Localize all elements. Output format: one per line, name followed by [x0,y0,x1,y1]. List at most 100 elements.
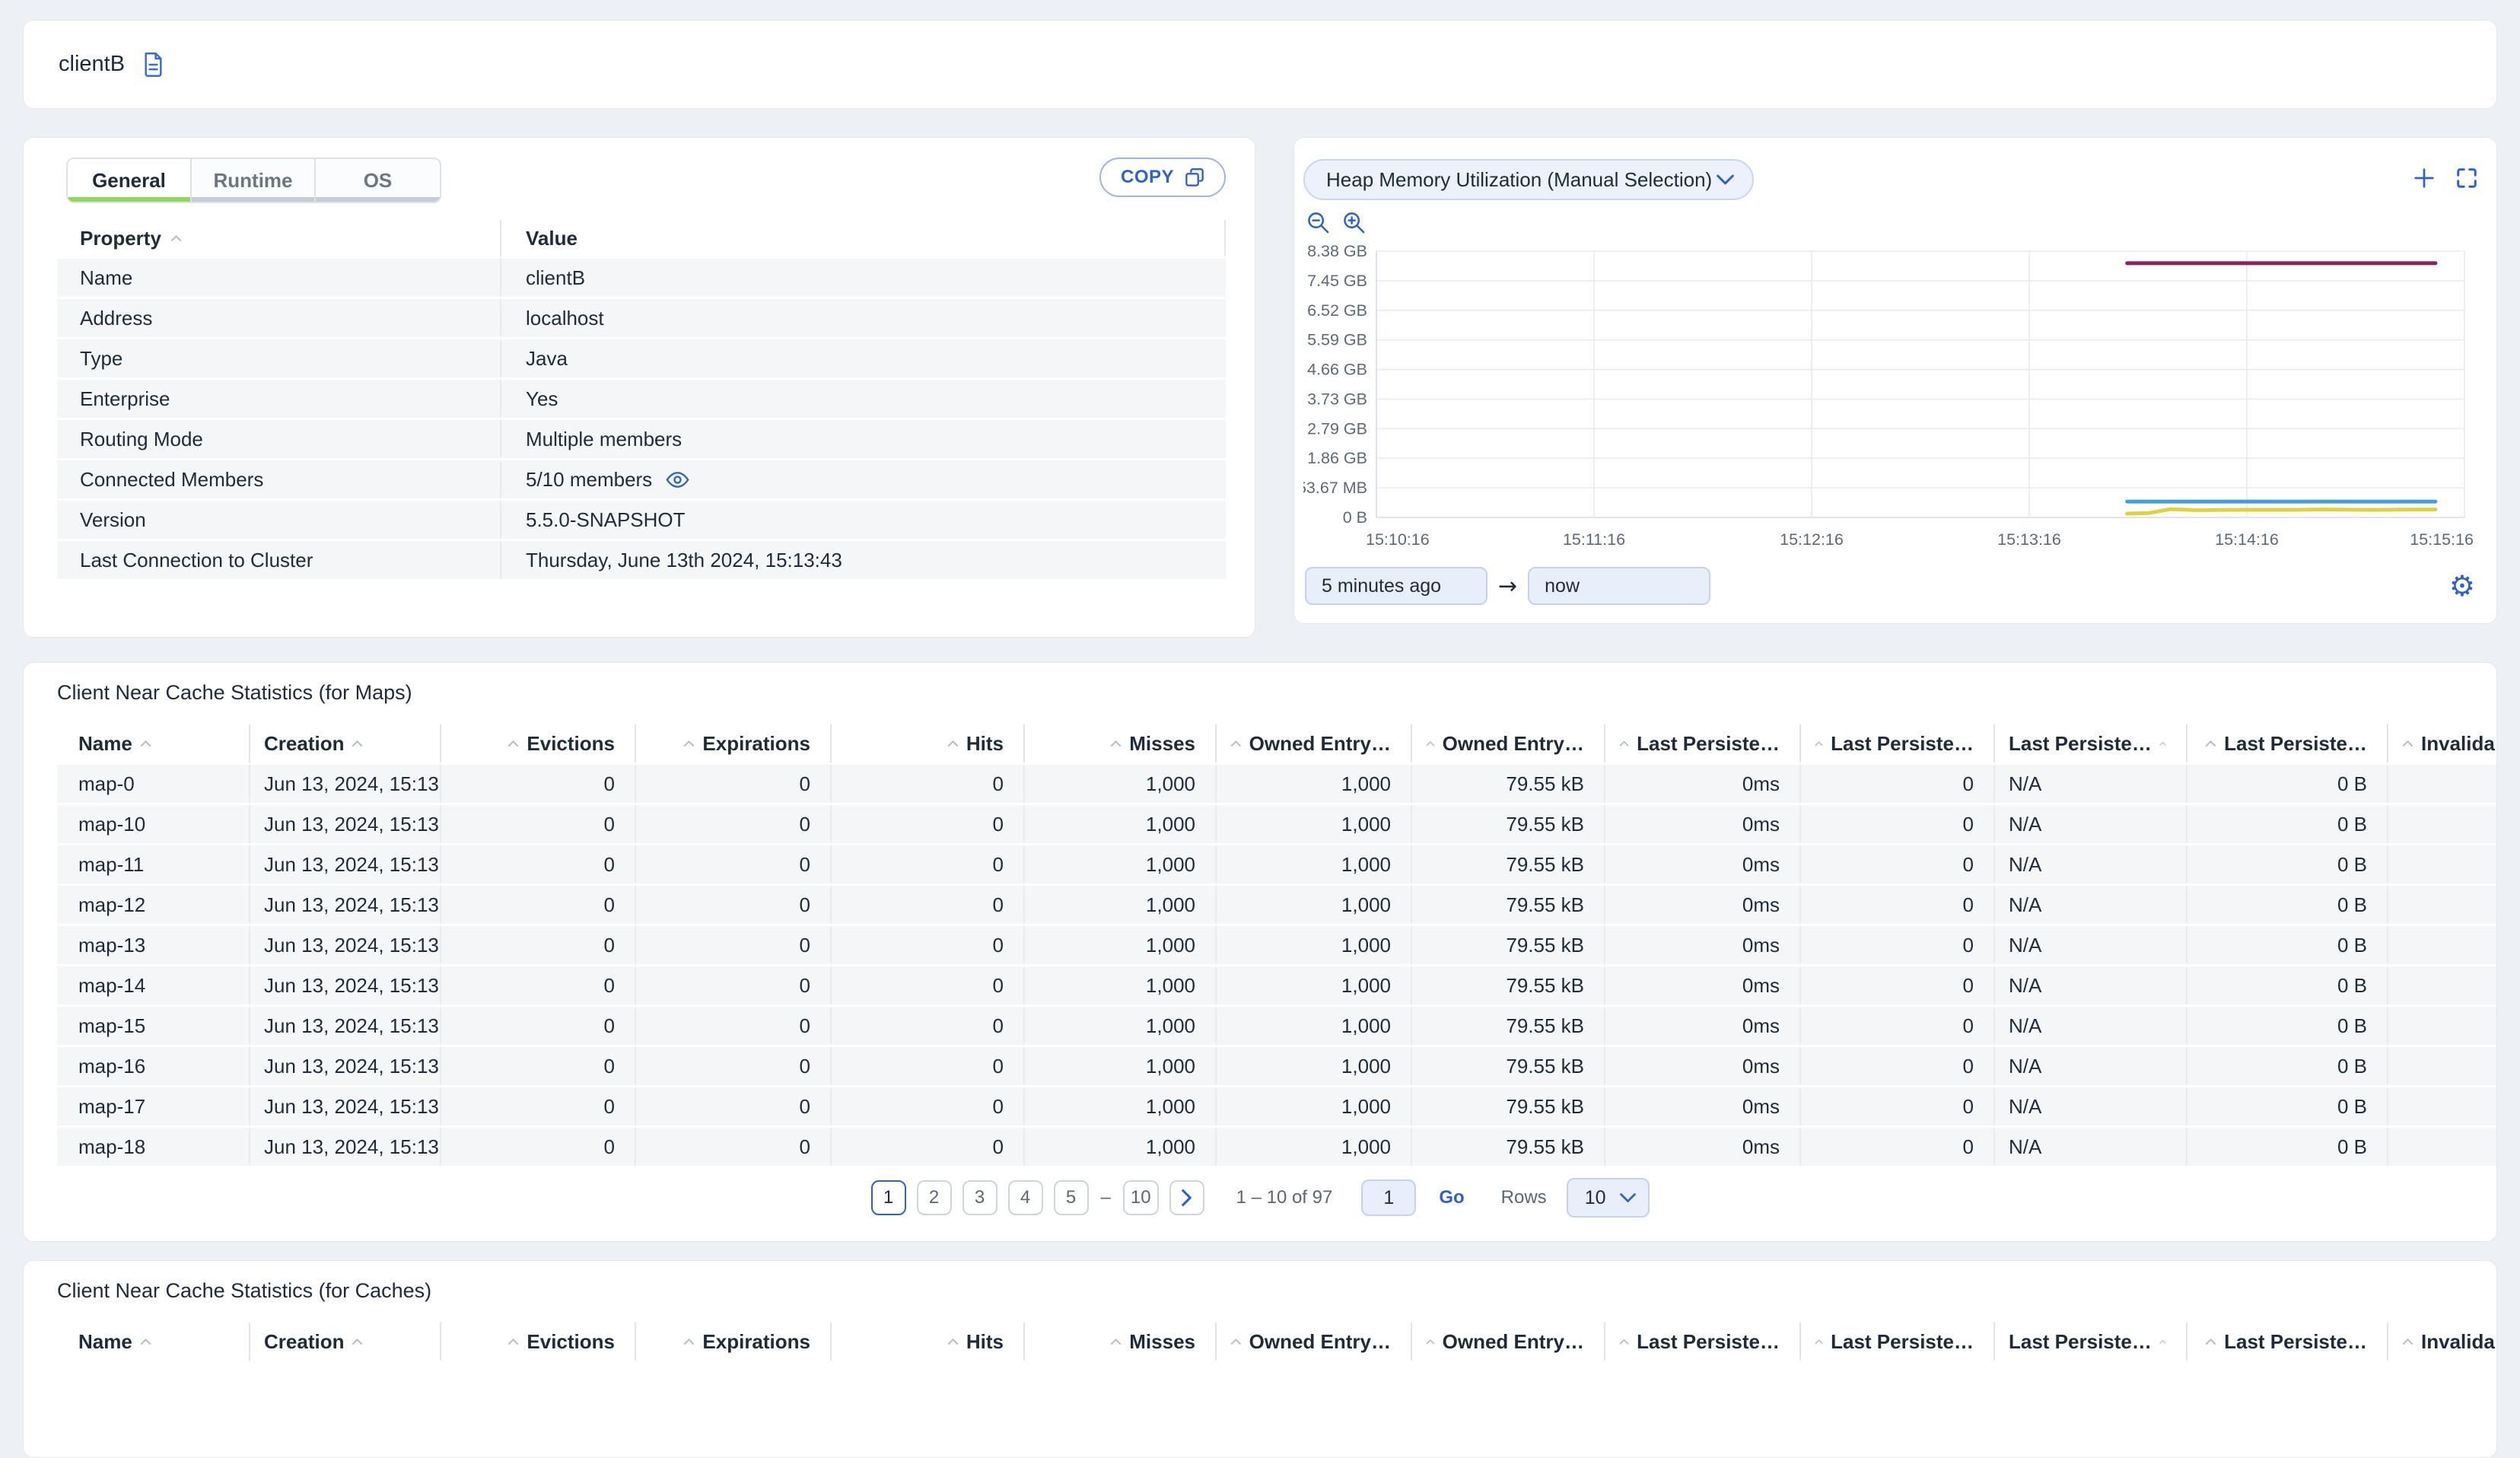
svg-text:15:10:16: 15:10:16 [1366,530,1430,549]
next-page-button[interactable] [1169,1180,1204,1215]
table-row[interactable]: map-18Jun 13, 2024, 15:13:450001,0001,00… [57,1128,2496,1166]
column-header-0[interactable]: Name [57,1323,250,1361]
column-header-4[interactable]: Hits [832,724,1025,762]
table-cell [2388,1047,2496,1085]
column-header-6[interactable]: Owned Entry… [1217,1323,1412,1361]
property-table-header: Property Value [57,220,1226,256]
table-row[interactable]: map-14Jun 13, 2024, 15:13:450001,0001,00… [57,966,2496,1004]
table-cell: map-17 [57,1087,250,1125]
chart-card: Heap Memory Utilization (Manual Selectio… [1288,137,2497,624]
table-cell: 0 [1801,886,1995,924]
table-cell: map-13 [57,926,250,964]
table-cell: 0 B [2188,1047,2388,1085]
tab-general[interactable]: General [68,159,192,202]
table-cell: 79.55 kB [1412,1007,1605,1045]
page-number-input[interactable] [1361,1179,1417,1216]
column-header-12[interactable]: Invalida [2388,1323,2496,1361]
table-cell: N/A [1995,1087,2188,1125]
zoom-in-button[interactable] [1342,211,1366,234]
page-buttons: 1 2 3 4 5–10 [870,1180,1159,1215]
column-header-1[interactable]: Creation [250,1323,441,1361]
metric-selector[interactable]: Heap Memory Utilization (Manual Selectio… [1303,159,1754,200]
table-cell: map-10 [57,805,250,843]
svg-text:2.79 GB: 2.79 GB [1307,419,1367,438]
gear-icon[interactable]: ⚙ [2449,571,2475,600]
table-row[interactable]: map-0Jun 13, 2024, 15:13:430001,0001,000… [57,765,2496,803]
table-cell: 1,000 [1025,1128,1217,1166]
page-button-4[interactable]: 4 [1007,1180,1043,1215]
table-cell: 1,000 [1217,845,1412,883]
tab-os[interactable]: OS [316,159,440,202]
table-row[interactable]: map-11Jun 13, 2024, 15:13:440001,0001,00… [57,845,2496,883]
page-button-5[interactable]: 5 [1053,1180,1089,1215]
tab-runtime[interactable]: Runtime [192,159,316,202]
table-cell: N/A [1995,1007,2188,1045]
table-row[interactable]: map-13Jun 13, 2024, 15:13:450001,0001,00… [57,926,2496,964]
add-chart-button[interactable] [2413,167,2436,189]
value-cell: localhost [526,306,604,329]
svg-text:15:12:16: 15:12:16 [1780,530,1844,549]
column-header-3[interactable]: Expirations [636,1323,832,1361]
sort-icon [2205,740,2216,747]
svg-text:15:13:16: 15:13:16 [1997,530,2061,549]
table-cell: 0ms [1605,926,1801,964]
zoom-out-button[interactable] [1306,211,1330,234]
table-row[interactable]: map-17Jun 13, 2024, 15:13:450001,0001,00… [57,1087,2496,1125]
page-button-3[interactable]: 3 [962,1180,998,1215]
near-cache-caches-card: Client Near Cache Statistics (for Caches… [23,1260,2497,1458]
time-from-input[interactable] [1305,567,1488,605]
document-icon[interactable] [143,52,164,77]
column-header-10[interactable]: Last Persiste… [1995,1323,2188,1361]
heap-memory-chart[interactable]: 0 B 953.67 MB 1.86 GB 2.79 GB 3.73 GB 4.66 GB… [1288,234,2481,557]
table-cell [2388,1007,2496,1045]
column-header-10[interactable]: Last Persiste… [1995,724,2188,762]
column-header-5[interactable]: Misses [1025,724,1217,762]
time-to-input[interactable] [1528,567,1711,605]
column-header-2[interactable]: Evictions [441,1323,636,1361]
arrow-right-icon: → [1498,572,1518,600]
column-header-1[interactable]: Creation [250,724,441,762]
page-button-1[interactable]: 1 [870,1180,906,1215]
table-cell [2388,966,2496,1004]
svg-text:15:11:16: 15:11:16 [1563,530,1625,549]
table-cell: 0 [832,1007,1025,1045]
column-header-6[interactable]: Owned Entry… [1217,724,1412,762]
table-row[interactable]: map-16Jun 13, 2024, 15:13:450001,0001,00… [57,1047,2496,1085]
rows-per-page-select[interactable]: 10 [1566,1178,1650,1218]
copy-button[interactable]: COPY [1099,158,1226,197]
table-row[interactable]: map-15Jun 13, 2024, 15:13:450001,0001,00… [57,1007,2496,1045]
column-header-8[interactable]: Last Persiste… [1605,1323,1801,1361]
property-column-header[interactable]: Property [57,220,501,256]
eye-icon[interactable] [666,471,689,488]
column-header-9[interactable]: Last Persiste… [1801,1323,1995,1361]
property-cell: Last Connection to Cluster [57,541,501,579]
column-header-0[interactable]: Name [57,724,250,762]
page-button-2[interactable]: 2 [916,1180,952,1215]
page-button-10[interactable]: 10 [1122,1180,1159,1215]
column-header-7[interactable]: Owned Entry… [1412,724,1605,762]
table-cell: 0 B [2188,1007,2388,1045]
column-header-9[interactable]: Last Persiste… [1801,724,1995,762]
column-header-11[interactable]: Last Persiste… [2188,1323,2388,1361]
table-row[interactable]: map-10Jun 13, 2024, 15:13:440001,0001,00… [57,805,2496,843]
column-header-11[interactable]: Last Persiste… [2188,724,2388,762]
column-header-2[interactable]: Evictions [441,724,636,762]
pagination: 12345–10 1 – 10 of 97 Go Rows 10 [24,1178,2496,1218]
column-header-5[interactable]: Misses [1025,1323,1217,1361]
column-header-3[interactable]: Expirations [636,724,832,762]
table-cell: 0 [441,1087,636,1125]
table-cell: map-11 [57,845,250,883]
zoom-in-icon [1344,212,1365,234]
go-button[interactable]: Go [1439,1187,1464,1208]
table-row[interactable]: map-12Jun 13, 2024, 15:13:450001,0001,00… [57,886,2496,924]
column-header-12[interactable]: Invalida [2388,724,2496,762]
chart-toolbar [2413,167,2478,189]
column-header-7[interactable]: Owned Entry… [1412,1323,1605,1361]
property-cell: Type [57,339,501,377]
table-cell: map-12 [57,886,250,924]
value-column-header: Value [501,220,1226,256]
table-cell: 0 [1801,1047,1995,1085]
column-header-4[interactable]: Hits [832,1323,1025,1361]
column-header-8[interactable]: Last Persiste… [1605,724,1801,762]
fullscreen-button[interactable] [2455,167,2478,189]
